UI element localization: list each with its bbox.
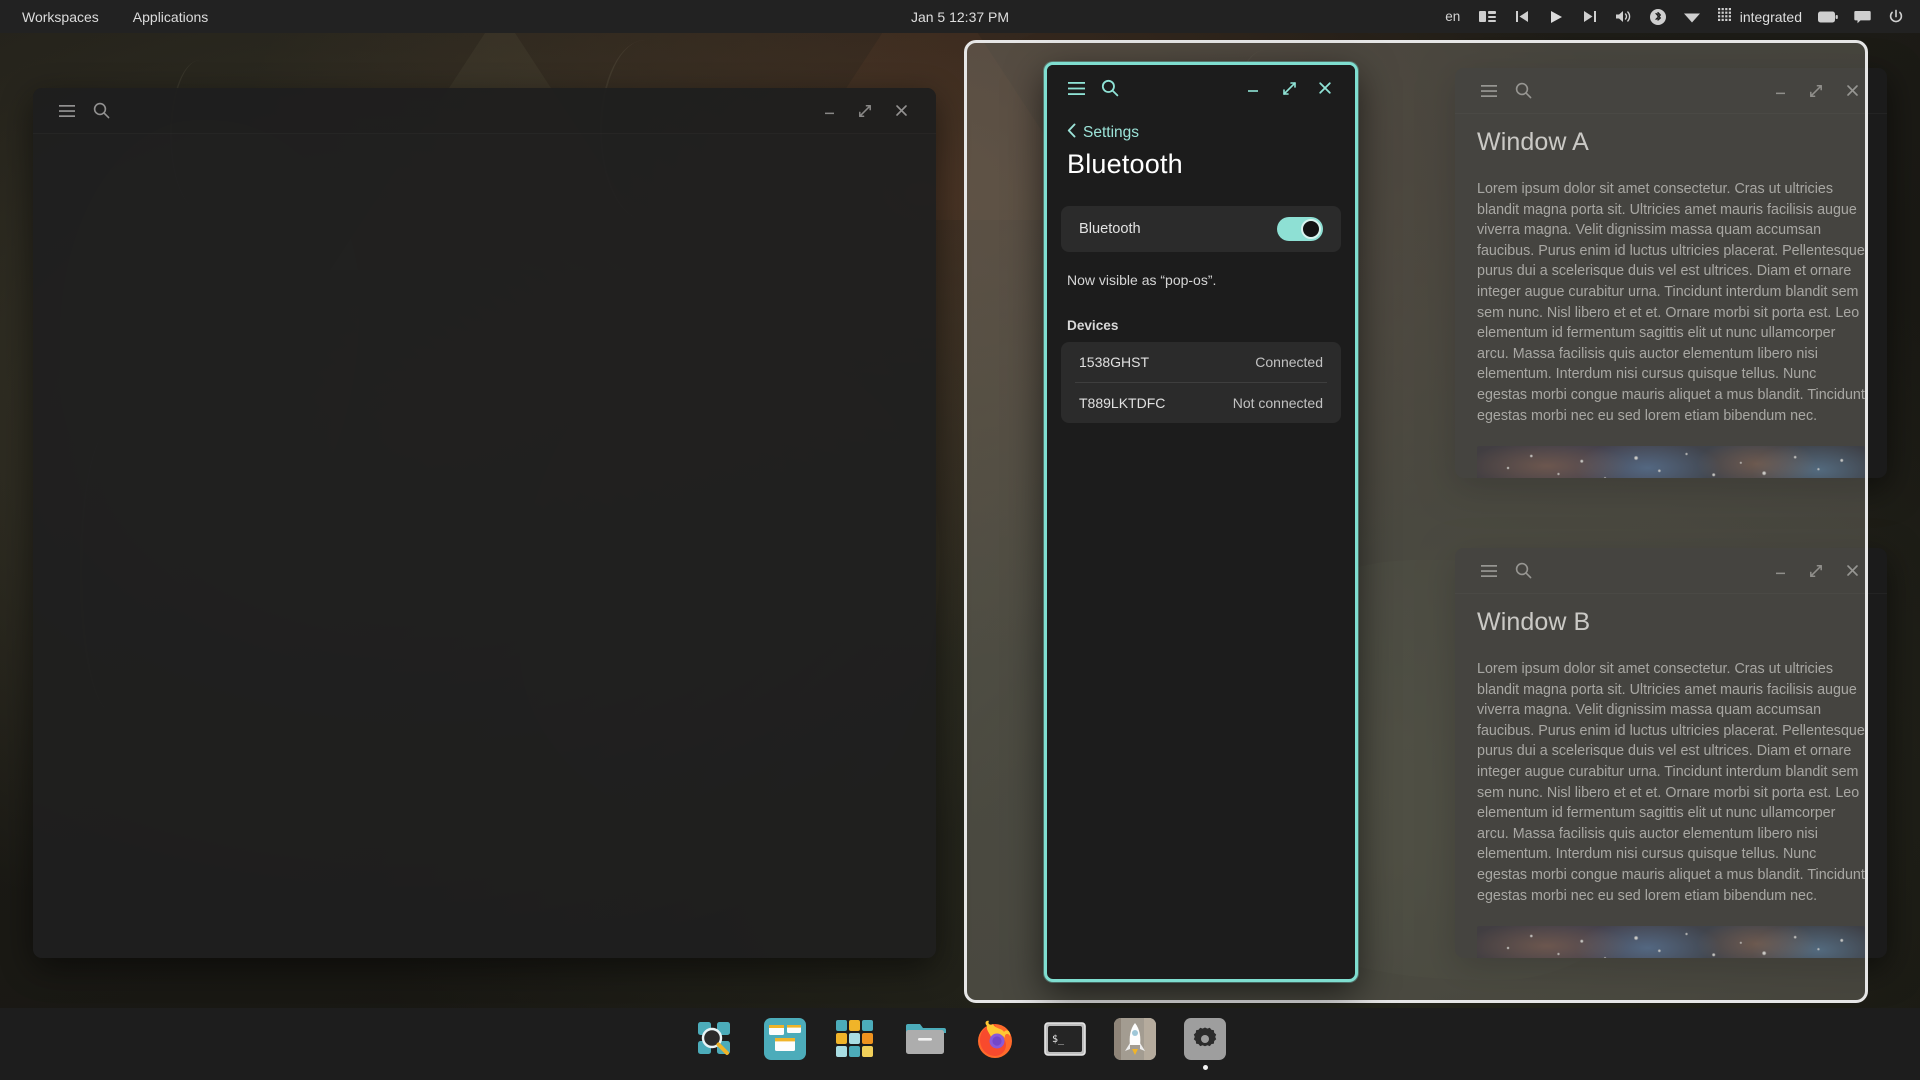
window-tiling-icon <box>764 1018 806 1060</box>
maximize-icon[interactable] <box>847 94 883 128</box>
applications-button[interactable]: Applications <box>121 0 221 33</box>
bluetooth-toggle-label: Bluetooth <box>1079 221 1141 237</box>
app-launcher-icon <box>1114 1018 1156 1060</box>
system-tray: en <box>1436 0 1912 33</box>
dock-item-files[interactable] <box>901 1018 949 1070</box>
workspace-search-icon <box>694 1018 736 1060</box>
search-icon[interactable] <box>1093 71 1127 105</box>
bluetooth-toggle-row[interactable]: Bluetooth <box>1061 206 1341 252</box>
running-indicator <box>923 1065 928 1070</box>
svg-text:$_: $_ <box>1052 1034 1065 1045</box>
running-indicator <box>1133 1065 1138 1070</box>
close-icon[interactable] <box>1307 71 1343 105</box>
dock: $_ <box>0 1008 1920 1080</box>
menu-icon[interactable] <box>1059 71 1093 105</box>
terminal-icon: $_ <box>1044 1018 1086 1060</box>
bluetooth-icon[interactable] <box>1642 0 1674 33</box>
bluetooth-toggle-card: Bluetooth <box>1061 206 1341 252</box>
dock-item-app-grid[interactable] <box>831 1018 879 1070</box>
minimize-icon[interactable] <box>811 94 847 128</box>
top-panel: Workspaces Applications Jan 5 12:37 PM e… <box>0 0 1920 33</box>
dock-item-terminal[interactable]: $_ <box>1041 1018 1089 1070</box>
clock[interactable]: Jan 5 12:37 PM <box>911 9 1009 25</box>
notifications-icon[interactable] <box>1846 0 1878 33</box>
running-indicator <box>853 1065 858 1070</box>
window-settings-bluetooth[interactable]: Settings Bluetooth Bluetooth Now visible… <box>1044 62 1358 982</box>
media-next-icon[interactable] <box>1574 0 1606 33</box>
dock-item-app-launcher[interactable] <box>1111 1018 1159 1070</box>
toggle-knob <box>1301 219 1321 239</box>
bluetooth-toggle-switch[interactable] <box>1277 217 1323 241</box>
workspaces-button[interactable]: Workspaces <box>10 0 111 33</box>
firefox-icon <box>974 1018 1016 1060</box>
window-empty-content <box>33 134 936 958</box>
files-icon <box>904 1018 946 1060</box>
page-title: Bluetooth <box>1067 149 1355 180</box>
settings-back-button[interactable]: Settings <box>1067 123 1355 143</box>
volume-icon[interactable] <box>1608 0 1640 33</box>
device-list-item[interactable]: T889LKTDFC Not connected <box>1061 383 1341 423</box>
app-grid-icon <box>834 1018 876 1060</box>
media-play-icon[interactable] <box>1540 0 1572 33</box>
running-indicator <box>783 1065 788 1070</box>
battery-icon[interactable] <box>1812 0 1844 33</box>
bluetooth-visibility-text: Now visible as “pop-os”. <box>1067 272 1355 288</box>
running-indicator <box>1063 1065 1068 1070</box>
device-list-item[interactable]: 1538GHST Connected <box>1061 342 1341 382</box>
graphics-mode-label: integrated <box>1740 9 1802 25</box>
media-previous-icon[interactable] <box>1506 0 1538 33</box>
wifi-icon[interactable] <box>1676 0 1708 33</box>
running-indicator <box>1203 1065 1208 1070</box>
titlebar <box>1047 65 1355 111</box>
dock-item-settings[interactable] <box>1181 1018 1229 1070</box>
device-name: 1538GHST <box>1079 354 1149 370</box>
device-status: Not connected <box>1233 395 1323 411</box>
close-icon[interactable] <box>883 94 919 128</box>
chevron-left-icon <box>1067 123 1076 143</box>
device-name: T889LKTDFC <box>1079 395 1165 411</box>
settings-gear-icon <box>1184 1018 1226 1060</box>
window-empty[interactable] <box>33 88 936 958</box>
search-icon[interactable] <box>84 94 118 128</box>
running-indicator <box>993 1065 998 1070</box>
display-layout-icon[interactable] <box>1472 0 1504 33</box>
keyboard-language-indicator[interactable]: en <box>1436 0 1470 33</box>
maximize-icon[interactable] <box>1271 71 1307 105</box>
settings-back-label: Settings <box>1083 124 1139 142</box>
menu-icon[interactable] <box>50 94 84 128</box>
dock-item-workspace-search[interactable] <box>691 1018 739 1070</box>
device-status: Connected <box>1255 354 1323 370</box>
power-icon[interactable] <box>1880 0 1912 33</box>
graphics-switch-icon <box>1718 8 1733 26</box>
devices-list-card: 1538GHST Connected T889LKTDFC Not connec… <box>1061 342 1341 423</box>
dock-item-firefox[interactable] <box>971 1018 1019 1070</box>
graphics-mode-indicator[interactable]: integrated <box>1710 0 1810 33</box>
dock-item-window-tiling[interactable] <box>761 1018 809 1070</box>
devices-section-label: Devices <box>1067 318 1355 333</box>
minimize-icon[interactable] <box>1235 71 1271 105</box>
titlebar <box>33 88 936 134</box>
running-indicator <box>713 1065 718 1070</box>
